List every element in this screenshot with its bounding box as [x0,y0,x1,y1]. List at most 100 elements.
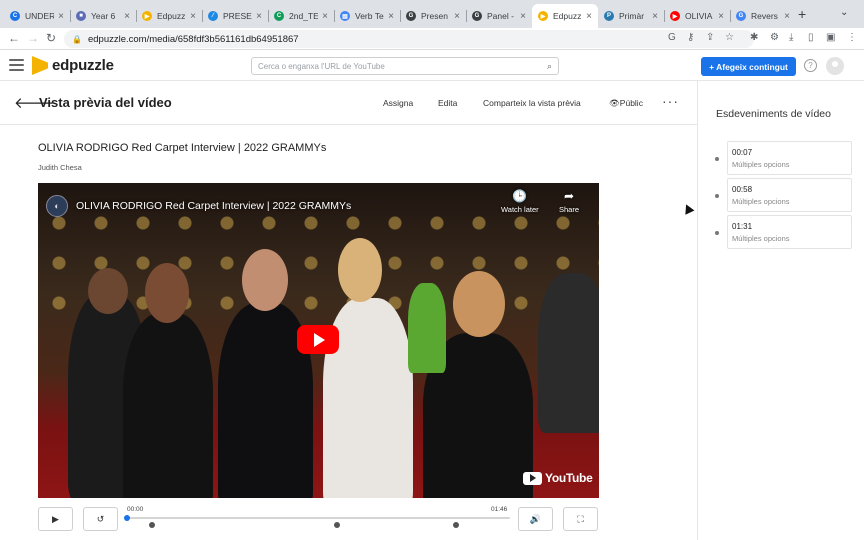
play-button[interactable]: ▶ [38,507,73,531]
browser-tab[interactable]: ⁄ PRESE × [202,4,268,28]
video-event-card[interactable]: 00:58 Múltiples opcions [727,178,852,212]
edit-button[interactable]: Edita [438,98,457,108]
volume-button[interactable]: 🔊 [518,507,553,531]
tab-favicon-icon: ⁄ [208,11,218,21]
tab-close-icon[interactable]: × [322,11,328,22]
tab-close-icon[interactable]: × [124,11,130,22]
logo-text: edpuzzle [52,57,114,74]
event-kind: Múltiples opcions [732,160,790,169]
url-text: edpuzzle.com/media/658fdf3b561161db64951… [87,33,299,45]
browser-tab[interactable]: C UNDER × [4,4,70,28]
more-options-icon[interactable]: ··· [662,93,679,109]
tab-close-icon[interactable]: × [520,11,526,22]
help-icon[interactable]: ? [804,59,817,72]
tab-close-icon[interactable]: × [256,11,262,22]
browser-tab[interactable]: G Revers × [730,4,796,28]
video-event-card[interactable]: 01:31 Múltiples opcions [727,215,852,249]
duration: 01:46 [491,506,508,513]
browser-tab[interactable]: ▤ Verb Te × [334,4,400,28]
video-events-panel: Esdeveniments de vídeo 00:07 Múltiples op… [697,81,864,540]
browser-tab[interactable]: C 2nd_TE × [268,4,334,28]
browser-tab[interactable]: ▶ Edpuzz × [136,4,202,28]
assign-button[interactable]: Assigna [383,98,413,108]
tab-close-icon[interactable]: × [454,11,460,22]
tab-close-icon[interactable]: × [58,11,64,22]
fullscreen-icon: ⛶ [577,513,584,524]
hamburger-menu-icon[interactable] [9,59,24,71]
event-kind: Múltiples opcions [732,234,790,243]
tab-close-icon[interactable]: × [586,11,592,22]
share-icon[interactable]: ⇪ [706,32,714,43]
profile-icon[interactable]: ▣ [826,32,835,43]
progress-handle[interactable] [124,515,130,521]
search-placeholder: Cerca o enganxa l'URL de YouTube [258,61,385,71]
search-input[interactable]: Cerca o enganxa l'URL de YouTube ⌕ [251,57,559,75]
browser-tab[interactable]: G Presen × [400,4,466,28]
tab-close-icon[interactable]: × [718,11,724,22]
video-player[interactable]: ◐ OLIVIA RODRIGO Red Carpet Interview | … [38,183,599,498]
bookmark-star-icon[interactable]: ☆ [725,32,734,43]
event-kind: Múltiples opcions [732,197,790,206]
browser-tab[interactable]: ■ Year 6 × [70,4,136,28]
address-bar[interactable]: 🔒 edpuzzle.com/media/658fdf3b561161db649… [64,30,754,48]
extension-icon[interactable]: ⚙ [770,32,779,43]
rewind-button[interactable]: ↺ [83,507,118,531]
eye-icon: 👁 [609,98,620,108]
tab-close-icon[interactable]: × [652,11,658,22]
key-icon[interactable]: ⚷ [687,32,694,43]
video-figure-head [145,263,189,323]
browser-menu-icon[interactable]: ⋮ [847,32,857,43]
tab-favicon-icon: G [736,11,746,21]
play-icon: ▶ [52,513,59,524]
back-arrow-icon[interactable]: ← [8,31,20,45]
fullscreen-button[interactable]: ⛶ [563,507,598,531]
tab-label: Year 6 [91,11,116,21]
sidepanel-icon[interactable]: ▯ [808,32,814,43]
event-time: 01:31 [732,222,753,231]
search-icon[interactable]: ⌕ [547,61,552,72]
tab-favicon-icon: ▶ [142,11,152,21]
extensions-icon[interactable]: ✱ [750,32,758,43]
question-marker[interactable] [149,522,156,528]
visibility-button[interactable]: 👁Públic [609,98,643,109]
youtube-share-label: Share [559,205,580,214]
browser-tab[interactable]: G Panel - × [466,4,532,28]
page-title: Vista prèvia del vídeo [39,95,172,110]
youtube-play-button[interactable] [297,325,339,354]
share-arrow-icon: ➦ [563,189,575,203]
channel-avatar[interactable]: ◐ [46,195,68,217]
browser-tab[interactable]: P Primàr × [598,4,664,28]
video-figure-head [242,249,288,311]
tab-favicon-icon: P [604,11,614,21]
share-preview-button[interactable]: Comparteix la vista prèvia [483,98,581,108]
google-lens-icon[interactable]: G [668,32,676,43]
question-marker[interactable] [333,522,340,528]
reload-icon[interactable]: ↻ [46,31,56,45]
new-tab-button[interactable]: + [798,6,806,22]
tab-close-icon[interactable]: × [388,11,394,22]
tab-close-icon[interactable]: × [784,11,790,22]
page-header: 🡐 Vista prèvia del vídeo Assigna Edita C… [0,81,697,125]
youtube-video-title[interactable]: OLIVIA RODRIGO Red Carpet Interview | 20… [76,200,351,212]
tab-search-icon[interactable]: ⌄ [840,7,848,18]
avatar[interactable] [826,57,844,75]
youtube-share-button[interactable]: ➦ Share [559,189,579,214]
browser-tab[interactable]: ▶ Edpuzz × [532,4,598,28]
video-event-card[interactable]: 00:07 Múltiples opcions [727,141,852,175]
tab-label: Primàr [619,11,645,21]
edpuzzle-logo[interactable]: edpuzzle [32,56,114,75]
tab-label: Edpuzz [157,11,186,21]
tab-close-icon[interactable]: × [190,11,196,22]
progress-track[interactable] [127,517,510,519]
tab-favicon-icon: G [406,11,416,21]
browser-tab[interactable]: ▶ OLIVIA × [664,4,730,28]
question-marker[interactable] [452,522,459,528]
watch-later-button[interactable]: 🕒 Watch later [501,189,539,214]
add-content-button[interactable]: + Afegeix contingut [701,57,796,76]
video-figure-head [453,271,505,337]
video-author: Judith Chesa [38,163,82,172]
visibility-label: Públic [619,98,643,108]
forward-arrow-icon[interactable]: → [27,31,39,45]
download-icon[interactable]: ⤓ [789,32,793,43]
youtube-logo[interactable]: YouTube [523,471,593,485]
